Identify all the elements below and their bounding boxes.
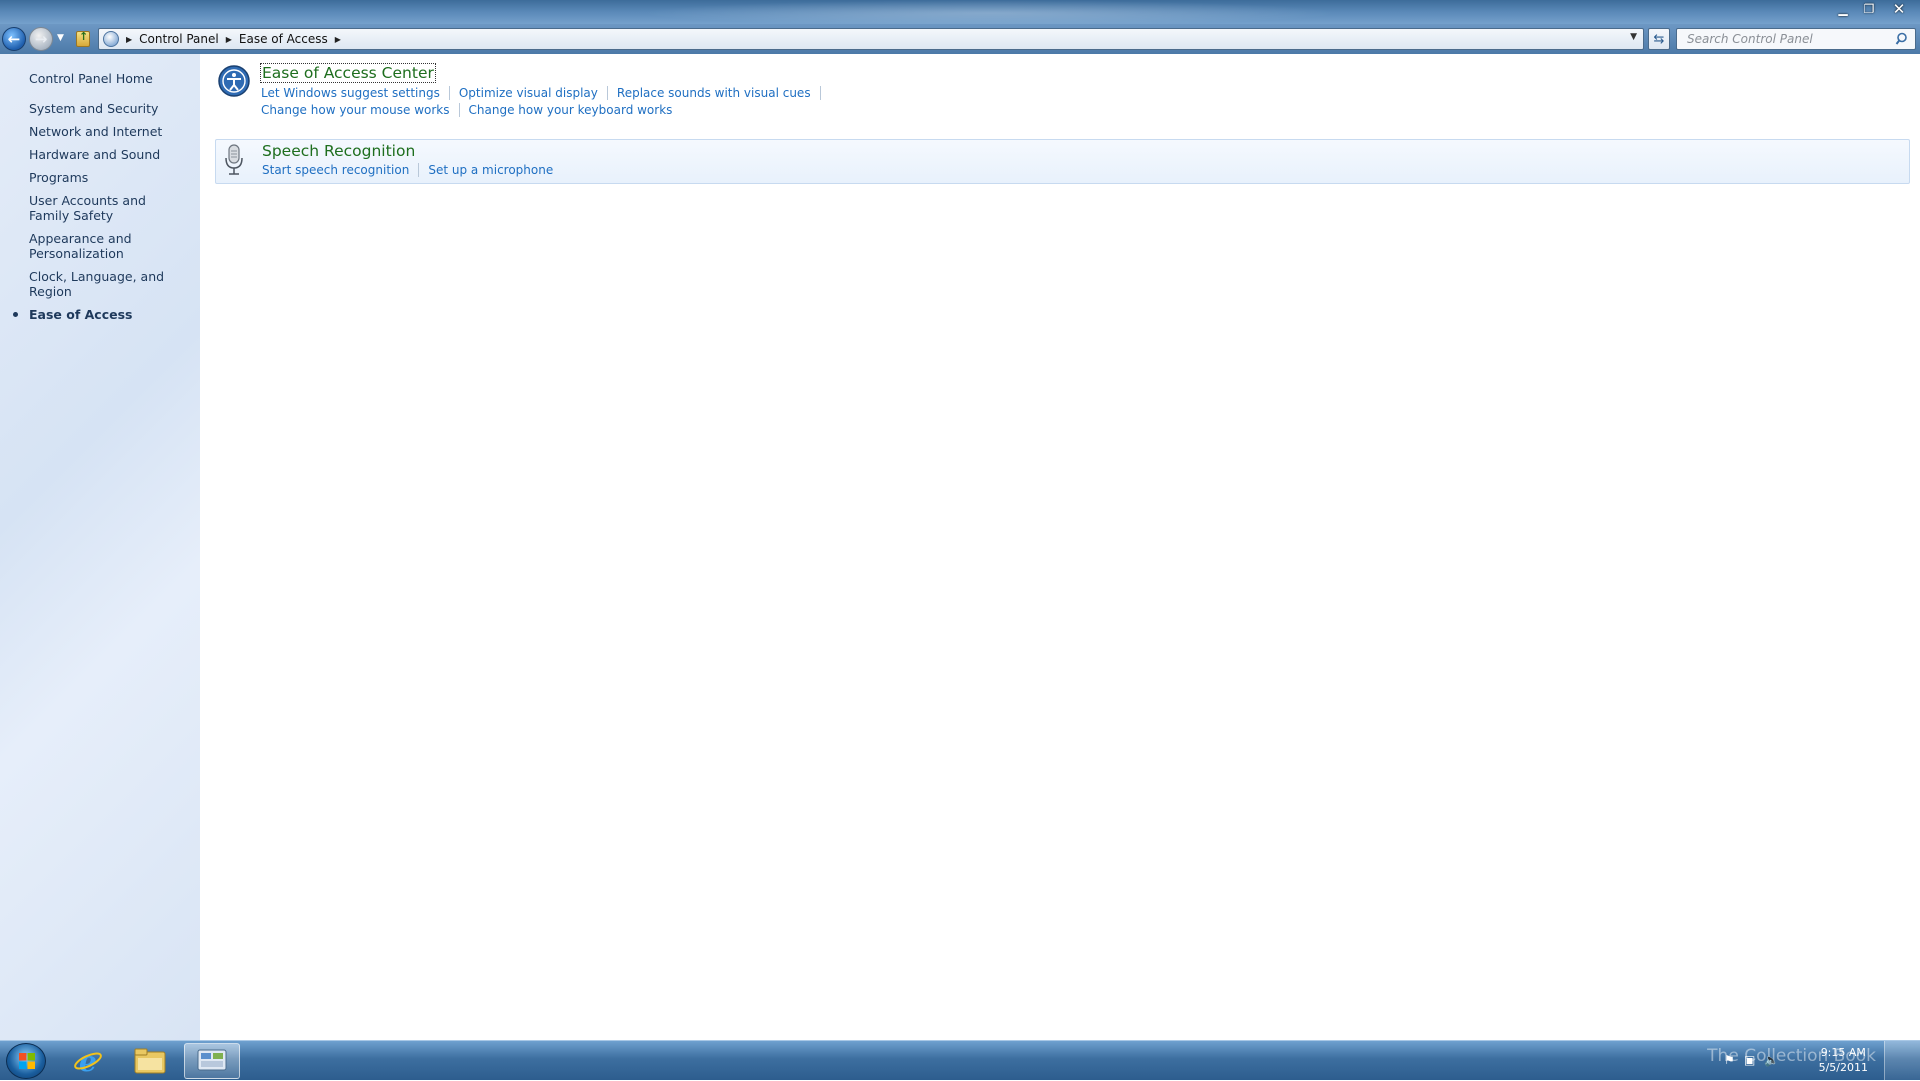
clock-time: 9:15 AM: [1820, 1046, 1866, 1059]
task-let-windows-suggest-settings[interactable]: Let Windows suggest settings: [261, 86, 450, 100]
minimize-button[interactable]: ▁: [1830, 0, 1856, 18]
search-icon[interactable]: [1895, 31, 1911, 47]
task-change-mouse[interactable]: Change how your mouse works: [261, 103, 460, 117]
sidebar-item-appearance[interactable]: Appearance and Personalization: [29, 231, 189, 261]
action-center-flag-icon[interactable]: ⚑: [1724, 1053, 1738, 1067]
window-controls: ▁ ❐ ✕: [1830, 0, 1916, 18]
task-set-up-microphone[interactable]: Set up a microphone: [428, 163, 562, 177]
close-button[interactable]: ✕: [1882, 0, 1916, 18]
sidebar-item-programs[interactable]: Programs: [29, 170, 189, 185]
ease-of-access-center-link[interactable]: Ease of Access Center: [260, 63, 436, 83]
category-ease-of-access-center: Ease of Access Center Let Windows sugges…: [215, 62, 1910, 117]
taskbar-internet-explorer[interactable]: e: [60, 1043, 116, 1079]
clock-date: 5/5/2011: [1818, 1061, 1868, 1074]
control-panel-icon: [103, 31, 119, 47]
control-panel-home-link[interactable]: Control Panel Home: [29, 71, 200, 86]
breadcrumb-separator-icon[interactable]: ▶: [126, 35, 132, 44]
sidebar-item-network-and-internet[interactable]: Network and Internet: [29, 124, 189, 139]
ease-of-access-tasks-row-1: Let Windows suggest settings Optimize vis…: [261, 86, 830, 100]
taskbar-control-panel[interactable]: [184, 1043, 240, 1079]
sidebar-item-user-accounts[interactable]: User Accounts and Family Safety: [29, 193, 189, 223]
system-clock[interactable]: 9:15 AM 5/5/2011: [1819, 1045, 1868, 1075]
network-icon[interactable]: ▣: [1744, 1053, 1758, 1067]
breadcrumb-ease-of-access[interactable]: Ease of Access: [239, 32, 328, 46]
task-start-speech-recognition[interactable]: Start speech recognition: [262, 163, 420, 177]
navigation-bar: ← → ▼ ▶ Control Panel ▶ Ease of Access ▶…: [0, 24, 1920, 54]
forward-button[interactable]: →: [29, 27, 53, 51]
breadcrumb-separator-icon[interactable]: ▶: [335, 35, 341, 44]
main-content: Ease of Access Center Let Windows sugges…: [200, 54, 1920, 1040]
microphone-icon: [225, 144, 243, 175]
control-panel-icon: [197, 1049, 227, 1071]
breadcrumb-separator-icon[interactable]: ▶: [226, 35, 232, 44]
ease-of-access-icon: [218, 65, 250, 97]
sidebar-item-system-and-security[interactable]: System and Security: [29, 101, 189, 116]
window-title-bar: ▁ ❐ ✕: [0, 0, 1920, 26]
search-input[interactable]: [1685, 31, 1885, 47]
folder-icon: [134, 1048, 166, 1074]
notification-area: The Collection Book ⚑ ▣ 🔈 9:15 AM 5/5/20…: [1660, 1041, 1920, 1081]
current-item-bullet: [13, 312, 18, 317]
up-folder-icon[interactable]: [76, 30, 90, 47]
sidebar-item-hardware-and-sound[interactable]: Hardware and Sound: [29, 147, 189, 162]
taskbar: e The Collection Book ⚑ ▣ 🔈 9:15 AM 5/5/…: [0, 1040, 1920, 1081]
sidebar-item-clock-language-region[interactable]: Clock, Language, and Region: [29, 269, 189, 299]
refresh-icon: ⇆: [1653, 31, 1665, 47]
refresh-button[interactable]: ⇆: [1648, 28, 1670, 50]
arrow-right-icon: →: [34, 30, 48, 48]
category-speech-recognition[interactable]: Speech Recognition Start speech recognit…: [215, 139, 1910, 184]
left-navigation-pane: Control Panel Home System and Security N…: [0, 54, 200, 1040]
ease-of-access-tasks-row-2: Change how your mouse works Change how yo…: [261, 103, 690, 117]
sidebar-item-label: Ease of Access: [29, 307, 133, 322]
search-box[interactable]: [1676, 28, 1916, 50]
arrow-left-icon: ←: [7, 30, 21, 48]
start-button[interactable]: [6, 1043, 46, 1079]
speech-recognition-tasks: Start speech recognition Set up a microph…: [262, 163, 571, 177]
taskbar-windows-explorer[interactable]: [122, 1043, 178, 1079]
svg-text:e: e: [79, 1046, 97, 1076]
windows-logo-icon: [19, 1053, 35, 1069]
recent-pages-dropdown[interactable]: ▼: [57, 33, 64, 43]
breadcrumb-control-panel[interactable]: Control Panel: [139, 32, 219, 46]
internet-explorer-icon: e: [74, 1046, 102, 1076]
task-optimize-visual-display[interactable]: Optimize visual display: [459, 86, 608, 100]
speech-recognition-link[interactable]: Speech Recognition: [262, 142, 415, 160]
sidebar-item-ease-of-access[interactable]: Ease of Access: [13, 307, 189, 322]
maximize-button[interactable]: ❐: [1856, 0, 1882, 18]
chevron-down-icon[interactable]: ▼: [1630, 32, 1637, 42]
volume-icon[interactable]: 🔈: [1764, 1053, 1779, 1067]
show-desktop-button[interactable]: [1884, 1041, 1920, 1081]
address-bar[interactable]: ▶ Control Panel ▶ Ease of Access ▶ ▼: [98, 28, 1644, 50]
back-button[interactable]: ←: [2, 27, 26, 51]
task-replace-sounds-visual-cues[interactable]: Replace sounds with visual cues: [617, 86, 821, 100]
task-change-keyboard[interactable]: Change how your keyboard works: [469, 103, 682, 117]
